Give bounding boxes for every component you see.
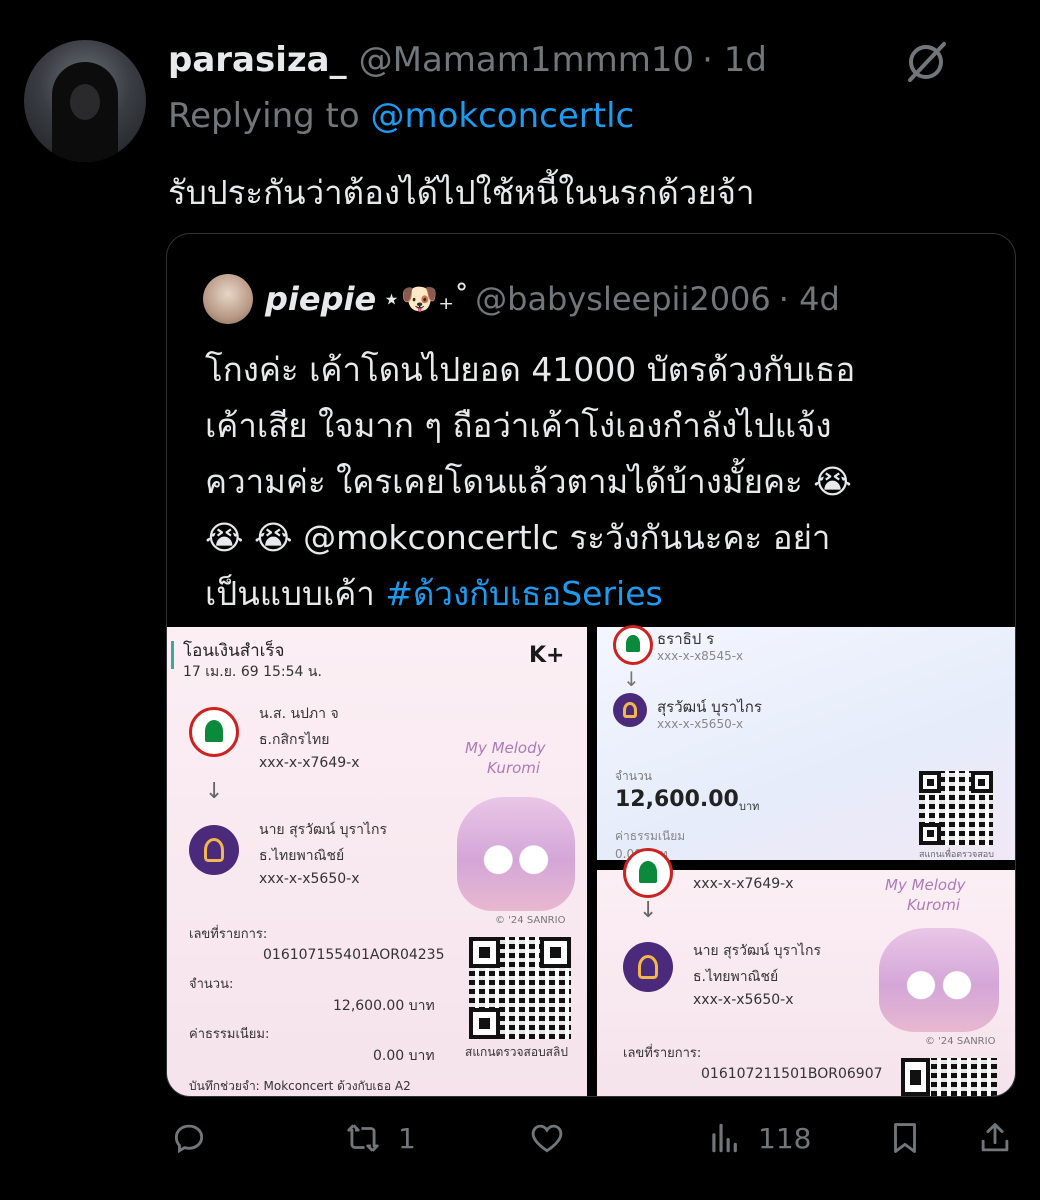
tweet-action-bar: 1 118 xyxy=(0,1110,1040,1166)
tweet-text: รับประกันว่าต้องได้ไปใช้หนี้ในนรกด้วยจ้า xyxy=(168,173,755,212)
from-account: xxx-x-x7649-x xyxy=(693,876,794,892)
quote-time[interactable]: · 4d xyxy=(779,280,840,318)
views-button[interactable]: 118 xyxy=(706,1110,811,1166)
art-title-1: My Melody xyxy=(885,876,966,894)
to-bank: ธ.ไทยพาณิชย์ xyxy=(693,969,779,985)
quote-text-span: เป็นแบบเค้า xyxy=(205,574,375,613)
amount-value: 12,600.00 xyxy=(615,787,739,812)
qr-code xyxy=(469,937,571,1039)
transfer-arrow-icon: ↓ xyxy=(623,667,640,691)
quote-text-line: ความค่ะ ใครเคยโดนแล้วตามได้บ้างมั้ยคะ 😭 xyxy=(205,462,852,501)
to-bank: ธ.ไทยพาณิชย์ xyxy=(259,848,345,864)
view-count: 118 xyxy=(758,1121,812,1155)
ref-number: 016107155401AOR04235 xyxy=(263,947,445,963)
media-grid: โอนเงินสำเร็จ 17 เม.ย. 69 15:54 น. K+ น.… xyxy=(167,625,1015,1096)
to-name: นาย สุรวัฒน์ บุราไกร xyxy=(259,822,387,838)
like-icon xyxy=(531,1124,563,1153)
fee-value: 0.00 บาท xyxy=(373,1048,435,1064)
quote-author-name[interactable]: piepie xyxy=(265,280,376,318)
qr-code xyxy=(901,1058,997,1096)
amount-label: จำนวน: xyxy=(189,977,234,992)
replying-prefix: Replying to xyxy=(168,96,360,136)
to-name: สุรวัฒน์ บุราไกร xyxy=(657,698,762,716)
share-button[interactable] xyxy=(976,1110,1014,1166)
to-name: นาย สุรวัฒน์ บุราไกร xyxy=(693,943,821,959)
avatar-face-shape xyxy=(70,84,100,120)
fee-label: ค่าธรรมเนียม xyxy=(615,829,686,843)
slip-datetime: 17 เม.ย. 69 15:54 น. xyxy=(183,664,322,680)
quote-header: piepie ⋆🐶₊˚ @babysleepii2006 · 4d xyxy=(265,274,840,324)
hashtag-link[interactable]: #ด้วงกับเธอSeries xyxy=(385,574,662,613)
memo-text: บันทึกช่วยจำ: Mokconcert ด้วงกับเธอ A2 xyxy=(189,1079,411,1093)
amount-label: จำนวน xyxy=(615,769,652,783)
copyright-text: © '24 SANRIO xyxy=(925,1036,996,1047)
scb-logo-icon xyxy=(189,825,239,875)
share-icon xyxy=(981,1123,1009,1152)
bookmark-icon xyxy=(894,1123,916,1153)
tweet-time[interactable]: · 1d xyxy=(702,40,767,80)
quote-author-handle[interactable]: @babysleepii2006 xyxy=(475,280,771,318)
transfer-arrow-icon: ↓ xyxy=(639,898,658,923)
quote-text: โกงค่ะ เค้าโดนไปยอด 41000 บัตรด้วงกับเธอ… xyxy=(205,342,995,622)
fee-label: ค่าธรรมเนียม: xyxy=(189,1027,270,1042)
copyright-text: © '24 SANRIO xyxy=(495,915,566,926)
views-icon xyxy=(712,1123,737,1153)
grok-icon[interactable] xyxy=(904,40,948,84)
author-name[interactable]: parasiza_ xyxy=(168,40,347,80)
tweet-header: parasiza_ @Mamam1mmm10 · 1d xyxy=(168,38,767,82)
from-name: น.ส. นปภา จ xyxy=(259,706,339,722)
ref-label: เลขที่รายการ: xyxy=(189,927,268,942)
kbank-logo-icon xyxy=(613,625,653,665)
quote-text-line: เค้าเสีย ใจมาก ๆ ถือว่าเค้าโง่เองกำลังไป… xyxy=(205,406,832,445)
retweet-icon xyxy=(347,1124,379,1152)
currency: บาท xyxy=(739,800,760,813)
media-image-slip-2[interactable]: ธราธิป ร xxx-x-x8545-x ↓ สุรวัฒน์ บุราไก… xyxy=(597,625,1015,861)
sanrio-basket-illustration xyxy=(879,928,999,1032)
quote-name-emoji: ⋆🐶₊˚ xyxy=(382,281,470,317)
ref-label: เลขที่รายการ: xyxy=(623,1046,702,1061)
retweet-button[interactable]: 1 xyxy=(344,1110,416,1166)
scb-logo-icon xyxy=(623,942,673,992)
to-account: xxx-x-x5650-x xyxy=(259,871,360,887)
bookmark-button[interactable] xyxy=(886,1110,924,1166)
scan-label: สแกนตรวจสอบสลิป xyxy=(465,1045,568,1059)
replying-mention-link[interactable]: @mokconcertlc xyxy=(371,96,635,136)
title-accent-bar xyxy=(171,641,174,669)
art-title-2: Kuromi xyxy=(487,759,541,777)
amount-value: 12,600.00 บาท xyxy=(333,998,435,1014)
from-account: xxx-x-x7649-x xyxy=(259,755,360,771)
from-account: xxx-x-x8545-x xyxy=(657,649,744,663)
quote-text-line: โกงค่ะ เค้าโดนไปยอด 41000 บัตรด้วงกับเธอ xyxy=(205,350,856,389)
kplus-logo: K+ xyxy=(529,643,565,668)
author-avatar[interactable] xyxy=(24,40,146,162)
from-name: ธราธิป ร xyxy=(657,630,715,648)
ref-number: 016107211501BOR06907 xyxy=(701,1066,883,1082)
quoted-tweet[interactable]: piepie ⋆🐶₊˚ @babysleepii2006 · 4d โกงค่ะ… xyxy=(166,233,1016,1097)
slip-title: โอนเงินสำเร็จ xyxy=(183,641,285,661)
art-title-1: My Melody xyxy=(465,739,546,757)
quote-author-avatar[interactable] xyxy=(203,274,253,324)
sanrio-basket-illustration xyxy=(457,797,575,911)
reply-button[interactable] xyxy=(170,1110,208,1166)
to-account: xxx-x-x5650-x xyxy=(657,717,744,731)
kbank-logo-icon xyxy=(623,848,673,898)
kbank-logo-icon xyxy=(189,707,239,757)
scb-logo-icon xyxy=(613,693,647,727)
transfer-arrow-icon: ↓ xyxy=(205,779,224,804)
media-image-slip-3[interactable]: xxx-x-x7649-x ↓ นาย สุรวัฒน์ บุราไกร ธ.ไ… xyxy=(597,848,1015,1096)
quote-text-line: 😭 😭 @mokconcertlc ระวังกันนะคะ อย่า xyxy=(205,518,831,557)
from-bank: ธ.กสิกรไทย xyxy=(259,732,330,748)
quote-text-line-last: เป็นแบบเค้า #ด้วงกับเธอSeries xyxy=(205,566,995,622)
like-button[interactable] xyxy=(528,1110,566,1166)
reply-icon xyxy=(174,1124,204,1154)
scan-label: สแกนเพื่อตรวจสอบ xyxy=(919,850,994,860)
replying-to: Replying to @mokconcertlc xyxy=(168,96,634,136)
retweet-count: 1 xyxy=(398,1121,416,1155)
media-image-slip-1[interactable]: โอนเงินสำเร็จ 17 เม.ย. 69 15:54 น. K+ น.… xyxy=(167,627,587,1096)
art-title-2: Kuromi xyxy=(907,896,961,914)
to-account: xxx-x-x5650-x xyxy=(693,992,794,1008)
author-handle[interactable]: @Mamam1mmm10 xyxy=(359,40,695,80)
qr-code xyxy=(919,771,993,845)
